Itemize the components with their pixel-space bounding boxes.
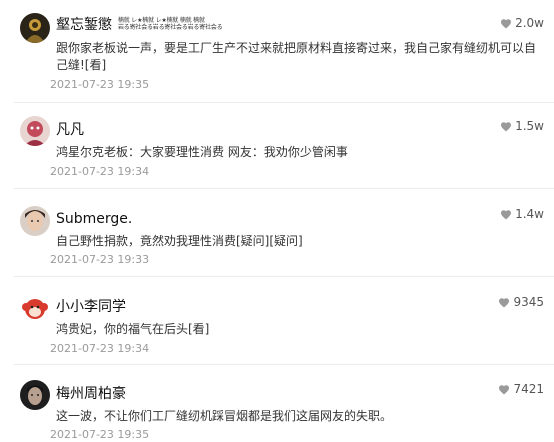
comment-time: 2021-07-23 19:33 xyxy=(50,253,150,266)
avatar[interactable] xyxy=(20,294,50,324)
like-button[interactable]: 2.0w xyxy=(500,15,544,31)
comment-text: 鸿贵妃，你的福气在后头[看] xyxy=(56,322,210,336)
comment-time: 2021-07-23 19:34 xyxy=(50,165,150,178)
username[interactable]: Submerge. xyxy=(56,210,132,228)
username[interactable]: 凡凡 xyxy=(56,121,84,139)
like-count: 1.5w xyxy=(515,119,544,133)
comment-time: 2021-07-23 19:34 xyxy=(50,342,150,355)
like-button[interactable]: 9345 xyxy=(498,294,544,310)
comment-text: 自己野性捐款，竟然劝我理性消费[疑问][疑问] xyxy=(56,234,303,248)
heart-icon xyxy=(499,297,510,307)
avatar[interactable] xyxy=(20,380,50,410)
username[interactable]: 壑忘錾懲 xyxy=(56,16,112,34)
comment-item: 小小李同学 9345 鸿贵妃，你的福气在后头[看] 2021-07-23 19:… xyxy=(0,276,554,365)
like-count: 9345 xyxy=(513,295,544,309)
like-button[interactable]: 1.4w xyxy=(500,206,544,222)
avatar-red-monkey-icon xyxy=(20,294,50,324)
like-count: 1.4w xyxy=(515,207,544,221)
like-count: 7421 xyxy=(513,382,544,396)
like-button[interactable]: 1.5w xyxy=(500,118,544,134)
heart-icon xyxy=(501,18,512,28)
avatar[interactable] xyxy=(20,116,50,146)
avatar-dark-face-icon xyxy=(20,380,50,410)
comment-text: 鸿星尔克老板：大家要理性消费 网友：我劝你少管闲事 xyxy=(56,145,348,159)
comment-item: 凡凡 1.5w 鸿星尔克老板：大家要理性消费 网友：我劝你少管闲事 2021-0… xyxy=(0,102,554,189)
comment-item: Submerge. 1.4w 自己野性捐款，竟然劝我理性消费[疑问][疑问] 2… xyxy=(0,188,554,277)
avatar[interactable] xyxy=(20,206,50,236)
like-button[interactable]: 7421 xyxy=(498,381,544,397)
comment-time: 2021-07-23 19:35 xyxy=(50,428,150,441)
avatar[interactable] xyxy=(20,13,50,43)
comment-item: 梅州周柏豪 7421 这一波，不让你们工厂缝纫机踩冒烟都是我们这届网友的失职。 … xyxy=(0,364,554,441)
comment-text: 跟你家老板说一声，要是工厂生产不过来就把原材料直接寄过来，我自己家有缝纫机可以自… xyxy=(56,41,537,72)
heart-icon xyxy=(501,121,512,131)
username-decoration: 楠就 レ★楠就 レ★楠就 楠就 楠就 岩る寄社会る岩る寄社会る岩る寄社会る xyxy=(118,17,223,31)
avatar-photo-face-icon xyxy=(20,206,50,236)
heart-icon xyxy=(501,209,512,219)
avatar-dark-figure-icon xyxy=(20,13,50,43)
comment-item: 壑忘錾懲 楠就 レ★楠就 レ★楠就 楠就 楠就 岩る寄社会る岩る寄社会る岩る寄社… xyxy=(0,0,554,103)
username[interactable]: 梅州周柏豪 xyxy=(56,385,126,403)
username[interactable]: 小小李同学 xyxy=(56,298,126,316)
like-count: 2.0w xyxy=(515,16,544,30)
comment-time: 2021-07-23 19:35 xyxy=(50,78,150,91)
comment-text: 这一波，不让你们工厂缝纫机踩冒烟都是我们这届网友的失职。 xyxy=(56,409,393,423)
avatar-pink-figure-icon xyxy=(20,116,50,146)
heart-icon xyxy=(499,384,510,394)
